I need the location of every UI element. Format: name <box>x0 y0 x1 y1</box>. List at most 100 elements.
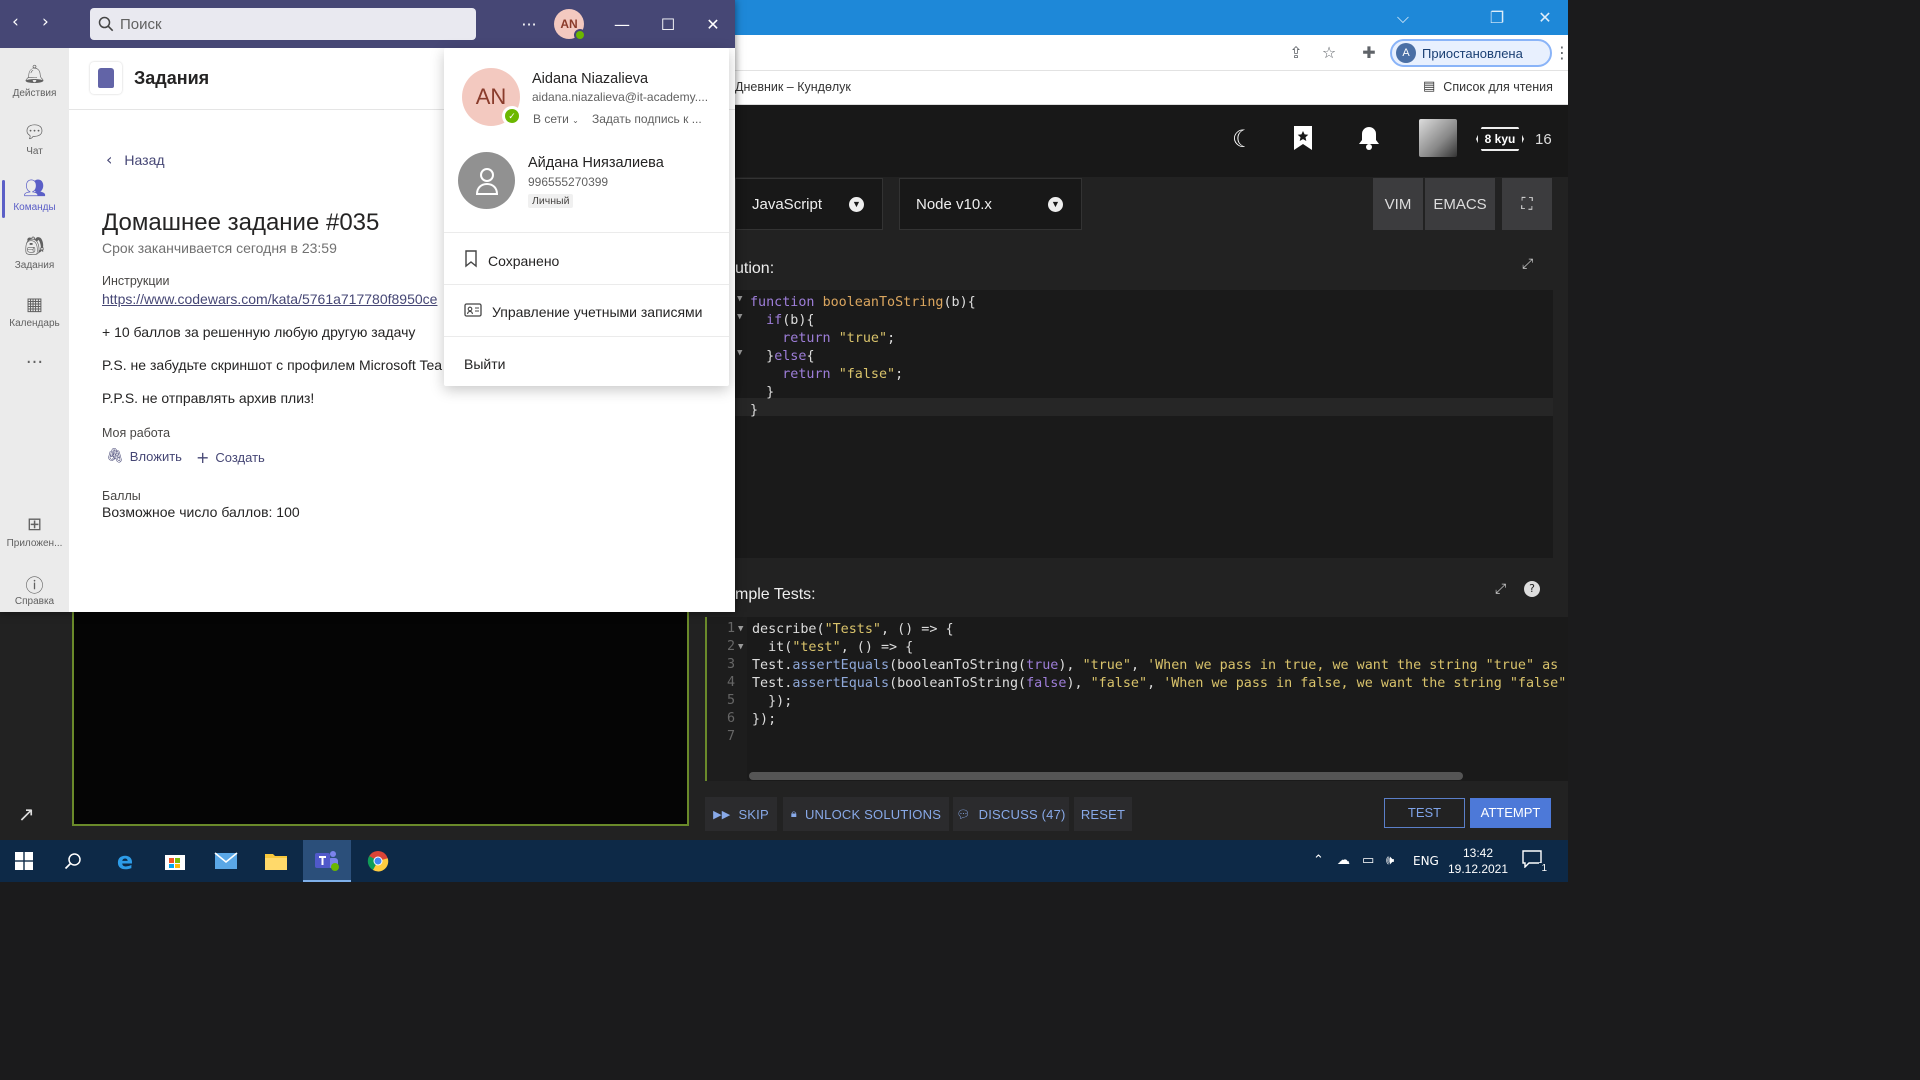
emacs-button[interactable]: EMACS <box>1425 178 1495 230</box>
horizontal-scrollbar[interactable] <box>749 772 1463 780</box>
more-options-icon[interactable]: ··· <box>507 0 551 48</box>
attach-button[interactable]: 🖇︎ Вложить <box>106 448 182 464</box>
avatar-initials: AN <box>560 17 578 31</box>
forward-nav-icon[interactable]: › <box>42 12 49 32</box>
rail-more[interactable]: ··· <box>0 344 69 384</box>
fold-icon[interactable]: ▼ <box>737 294 742 304</box>
more-icon[interactable]: ⋮ <box>1552 43 1572 63</box>
edge-app[interactable]: e <box>101 840 149 882</box>
search-button[interactable] <box>49 840 97 882</box>
chevron-up-icon[interactable]: ⌃ <box>1313 853 1324 868</box>
sign-out-item[interactable]: Выйти <box>464 356 505 372</box>
status-message[interactable]: Задать подпись к ... <box>592 112 702 126</box>
skip-label: SKIP <box>738 806 769 822</box>
speaker-icon[interactable]: 🕪︎ <box>1386 853 1394 868</box>
instructions-label: Инструкции <box>102 274 170 288</box>
clock-time: 13:42 <box>1462 846 1494 860</box>
line-number: 1 <box>726 621 735 636</box>
store-app[interactable] <box>151 840 199 882</box>
language-indicator[interactable]: ENG <box>1413 854 1439 868</box>
clock[interactable]: 13:42 19.12.2021 <box>1446 845 1510 877</box>
fold-icon[interactable]: ▼ <box>737 348 742 358</box>
rail-label: Приложен... <box>6 538 63 549</box>
test-button[interactable]: TEST <box>1384 798 1465 828</box>
rail-item-activity[interactable]: 🔔︎ Действия <box>0 56 69 112</box>
rail-item-help[interactable]: ⓘ Справка <box>0 564 69 620</box>
manage-accounts-item[interactable]: Управление учетными записями <box>464 303 703 320</box>
instructions-link[interactable]: https://www.codewars.com/kata/5761a71778… <box>102 291 437 307</box>
discuss-button[interactable]: 💬︎ DISCUSS (47) <box>953 797 1069 831</box>
bookmark-icon[interactable] <box>1292 125 1314 157</box>
presence-status[interactable]: В сети ⌄ <box>533 112 579 126</box>
reading-list-icon: ▤ <box>1423 79 1436 94</box>
explorer-app[interactable] <box>252 840 300 882</box>
user-avatar[interactable] <box>1419 119 1457 157</box>
moon-icon[interactable]: ☾ <box>1232 125 1254 153</box>
unlock-solutions-button[interactable]: 🔒︎ UNLOCK SOLUTIONS <box>783 797 949 831</box>
bell-icon[interactable] <box>1356 125 1382 157</box>
chrome-close-button[interactable]: ✕ <box>1522 0 1568 35</box>
profile-button[interactable]: A Приостановлена <box>1390 39 1552 67</box>
search-input[interactable] <box>120 15 460 33</box>
notifications-button[interactable]: 1 <box>1522 850 1549 874</box>
expand-icon[interactable]: ⤢ <box>1495 581 1506 597</box>
fullscreen-button[interactable]: ⛶ <box>1502 178 1552 230</box>
secondary-account-name[interactable]: Айдана Ниязалиева <box>528 155 664 171</box>
solution-header: ution: ⤢ <box>735 252 1568 288</box>
bookmark-item[interactable]: Дневник – Кундөлук <box>735 80 851 94</box>
teams-icon: 👥︎ <box>23 178 46 199</box>
secondary-account-avatar[interactable] <box>458 152 515 209</box>
fold-icon[interactable]: ▼ <box>738 624 743 634</box>
search-box[interactable] <box>90 8 476 40</box>
runtime-select[interactable]: Node v10.x ▼ <box>899 178 1082 230</box>
account-avatar[interactable]: AN <box>554 9 586 41</box>
star-icon[interactable]: ☆ <box>1319 43 1339 63</box>
back-nav-icon[interactable]: ‹ <box>12 12 19 32</box>
rail-item-apps[interactable]: ⊞ Приложен... <box>0 506 69 562</box>
chrome-restore-button[interactable]: ❐ <box>1474 0 1520 35</box>
code-line: return "false"; <box>782 367 904 382</box>
tests-editor[interactable]: 1 2 3 4 5 6 7 ▼ ▼ describe("Tests", () => { it… <box>705 617 1568 781</box>
rail-item-assignments[interactable]: 🎒︎ Задания <box>0 228 69 284</box>
teams-app[interactable] <box>303 840 351 882</box>
profile-avatar[interactable]: AN ✓ <box>462 68 522 126</box>
rail-item-chat[interactable]: 💬︎ Чат <box>0 114 69 170</box>
start-button[interactable] <box>0 840 48 882</box>
help-icon[interactable]: ? <box>1524 581 1540 597</box>
presence-available-icon <box>574 29 586 41</box>
close-button[interactable]: ✕ <box>691 0 735 48</box>
attempt-button[interactable]: ATTEMPT <box>1470 798 1551 828</box>
cloud-icon[interactable]: ☁ <box>1337 853 1350 868</box>
taskbar: e ⌃ ☁ ▭ 🕪︎ ENG 13:42 19.12.2021 1 <box>0 840 1568 882</box>
rail-item-calendar[interactable]: ▦ Календарь <box>0 286 69 342</box>
back-label: Назад <box>124 151 165 168</box>
chrome-app[interactable] <box>354 840 402 882</box>
fold-icon[interactable]: ▼ <box>737 312 742 322</box>
reading-list-button[interactable]: ▤ Список для чтения <box>1423 79 1553 94</box>
extensions-icon[interactable]: ✚ <box>1359 43 1379 63</box>
fold-icon[interactable]: ▼ <box>738 642 743 652</box>
share-icon[interactable]: ⇪ <box>1286 43 1306 63</box>
mail-app[interactable] <box>202 840 250 882</box>
profile-initials: AN <box>475 84 507 109</box>
vim-button[interactable]: VIM <box>1373 178 1423 230</box>
maximize-button[interactable]: ☐ <box>646 0 690 48</box>
skip-button[interactable]: ▶▶ SKIP <box>705 797 777 831</box>
reset-button[interactable]: RESET <box>1074 797 1132 831</box>
output-panel <box>72 612 689 826</box>
create-button[interactable]: + Создать <box>196 448 265 467</box>
language-select[interactable]: JavaScript ▼ <box>735 178 883 230</box>
back-link[interactable]: ‹ Назад <box>106 150 165 169</box>
discuss-label: DISCUSS (47) <box>978 806 1066 822</box>
chrome-minimize-button[interactable]: ⌵ <box>1380 0 1426 35</box>
minimize-button[interactable]: — <box>600 0 644 48</box>
rail-item-teams[interactable]: 👥︎ Команды <box>0 170 69 226</box>
person-icon <box>475 167 498 195</box>
solution-editor[interactable]: ▼ ▼ ▼ function booleanToString(b){ if(b)… <box>735 290 1553 558</box>
trending-icon[interactable]: ↗ <box>18 802 35 826</box>
battery-icon[interactable]: ▭ <box>1362 853 1374 868</box>
windows-logo-icon <box>15 852 33 870</box>
expand-icon[interactable]: ⤢ <box>1522 256 1533 272</box>
points-label: Баллы <box>102 489 141 503</box>
saved-item[interactable]: Сохранено <box>464 250 559 271</box>
